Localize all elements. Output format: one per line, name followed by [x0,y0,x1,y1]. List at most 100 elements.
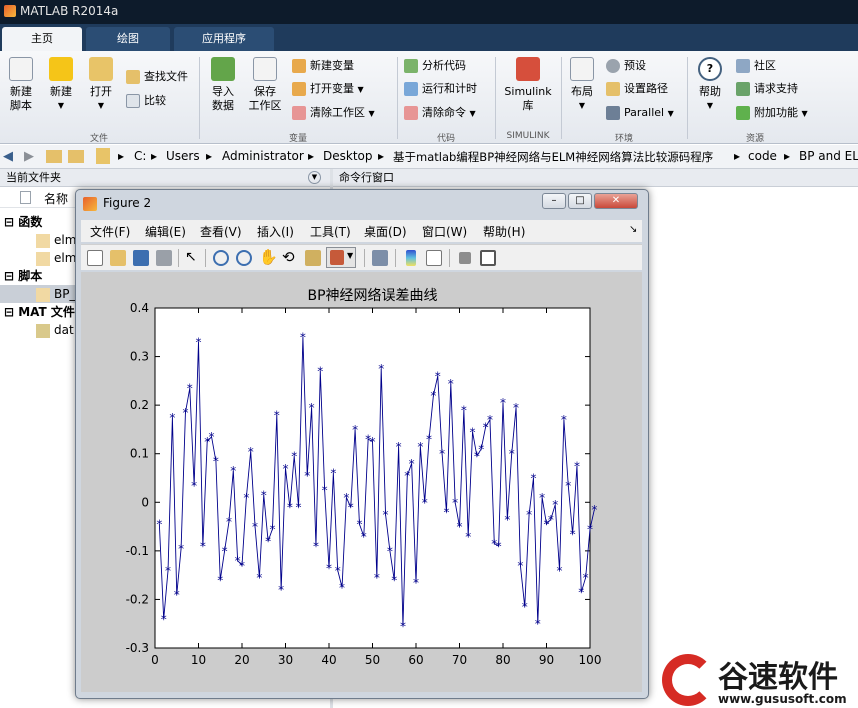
data-point-marker: * [174,588,180,602]
open-variable-button[interactable]: 打开变量 ▼ [292,80,364,98]
browse-folder-icon[interactable] [68,150,84,163]
clear-commands-icon [404,106,418,120]
path-segment-project[interactable]: 基于matlab编程BP神经网络与ELM神经网络算法比较源码程序 [393,149,713,165]
data-point-marker: * [326,561,332,575]
zoom-out-icon[interactable] [236,250,252,266]
hide-plot-tools-icon[interactable] [459,252,471,264]
path-sep-icon: ▸ [734,149,741,163]
save-workspace-button[interactable]: 保存 工作区 [246,57,284,113]
open-file-icon[interactable] [110,250,126,266]
menu-insert[interactable]: 插入(I) [257,223,294,240]
brush-button[interactable]: ▼ [326,247,356,268]
close-icon[interactable]: ✕ [594,193,638,209]
data-point-marker: * [422,496,428,510]
toolstrip-tabs: 主页 绘图 应用程序 [0,24,858,51]
print-icon[interactable] [156,250,172,266]
menu-edit[interactable]: 编辑(E) [145,223,186,240]
layout-button[interactable]: 布局 ▼ [566,57,598,113]
save-icon[interactable] [133,250,149,266]
run-and-time-button[interactable]: 运行和计时 [404,80,477,98]
clear-commands-label: 清除命令 [422,106,466,119]
menu-desktop[interactable]: 桌面(D) [364,223,407,240]
clear-commands-button[interactable]: 清除命令 ▼ [404,104,476,122]
app-title-bar: MATLAB R2014a [0,0,858,24]
group-separator [199,57,200,139]
find-files-button[interactable]: 查找文件 [126,68,188,86]
data-point-marker: * [322,484,328,498]
back-arrow-icon[interactable]: ◀ [3,149,13,164]
path-segment-users[interactable]: Users [166,149,200,163]
watermark-logo [662,654,714,706]
new-variable-button[interactable]: 新建变量 [292,57,354,75]
help-button[interactable]: ? 帮助 ▼ [694,57,726,113]
new-button[interactable]: 新建 ▼ [46,57,76,113]
path-segment-drive[interactable]: C: [134,149,146,163]
tab-home[interactable]: 主页 [2,27,82,51]
path-segment-code[interactable]: code [748,149,777,163]
menu-file[interactable]: 文件(F) [90,223,130,240]
panel-menu-icon[interactable]: ▼ [308,171,321,184]
data-cursor-icon[interactable] [305,250,321,266]
data-point-marker: * [209,430,215,444]
up-folder-icon[interactable] [46,150,62,163]
data-point-marker: * [335,564,341,578]
new-label: 新建 [50,85,72,98]
community-button[interactable]: 社区 [736,57,776,75]
dock-arrow-icon[interactable]: ↘ [629,224,637,235]
x-tick-label: 100 [579,653,602,667]
tree-file-label: dat [54,323,74,337]
tab-apps[interactable]: 应用程序 [174,27,274,51]
pointer-icon[interactable]: ↖ [185,249,197,265]
pan-hand-icon[interactable]: ✋ [259,248,278,266]
open-button[interactable]: 打开 ▼ [86,57,116,113]
minimize-icon[interactable]: – [542,193,566,209]
new-figure-icon[interactable] [87,250,103,266]
forward-arrow-icon[interactable]: ▶ [24,149,34,164]
show-plot-tools-icon[interactable] [480,250,496,266]
menu-help[interactable]: 帮助(H) [483,223,525,240]
clear-workspace-button[interactable]: 清除工作区 ▼ [292,104,375,122]
path-segment-desktop[interactable]: Desktop [323,149,373,163]
rotate-3d-icon[interactable]: ⟲ [282,248,295,266]
data-point-marker: * [196,336,202,350]
request-support-button[interactable]: 请求支持 [736,80,798,98]
path-segment-bp-elm[interactable]: BP and EL [799,149,858,163]
toolbar-separator [395,249,396,267]
maximize-icon[interactable]: □ [568,193,592,209]
chevron-down-icon: ▼ [706,101,714,110]
figure-window: Figure 2 – □ ✕ 文件(F) 编辑(E) 查看(V) 插入(I) 工… [75,189,649,699]
data-point-marker: * [296,501,302,515]
data-point-marker: * [269,523,275,537]
zoom-in-icon[interactable] [213,250,229,266]
x-tick-label: 0 [151,653,159,667]
tab-plots[interactable]: 绘图 [86,27,170,51]
link-plot-icon[interactable] [372,250,388,266]
menu-view[interactable]: 查看(V) [200,223,242,240]
import-data-label: 导入 数据 [212,85,234,112]
data-point-marker: * [300,331,306,345]
set-path-button[interactable]: 设置路径 [606,80,668,98]
path-sep-icon: ▸ [151,149,158,163]
import-data-button[interactable]: 导入 数据 [206,57,240,113]
compare-button[interactable]: 比较 [126,92,166,110]
x-tick-label: 40 [321,653,336,667]
data-point-marker: * [165,564,171,578]
menu-tools[interactable]: 工具(T) [310,223,351,240]
data-point-marker: * [443,506,449,520]
new-script-button[interactable]: 新建 脚本 [6,57,36,113]
group-label-environment: 环境 [614,134,633,144]
help-label: 帮助 [699,85,721,98]
parallel-button[interactable]: Parallel ▼ [606,104,674,122]
analyze-code-button[interactable]: 分析代码 [404,57,466,75]
path-segment-administrator[interactable]: Administrator [222,149,304,163]
menu-window[interactable]: 窗口(W) [422,223,467,240]
data-point-marker: * [370,435,376,449]
simulink-library-button[interactable]: Simulink 库 [500,57,556,113]
data-point-marker: * [317,365,323,379]
plot-axes-box [154,307,591,649]
legend-icon[interactable] [426,250,442,266]
colorbar-icon[interactable] [406,250,416,266]
addons-button[interactable]: 附加功能 ▼ [736,104,808,122]
brush-icon [330,250,344,265]
preferences-button[interactable]: 预设 [606,57,646,75]
